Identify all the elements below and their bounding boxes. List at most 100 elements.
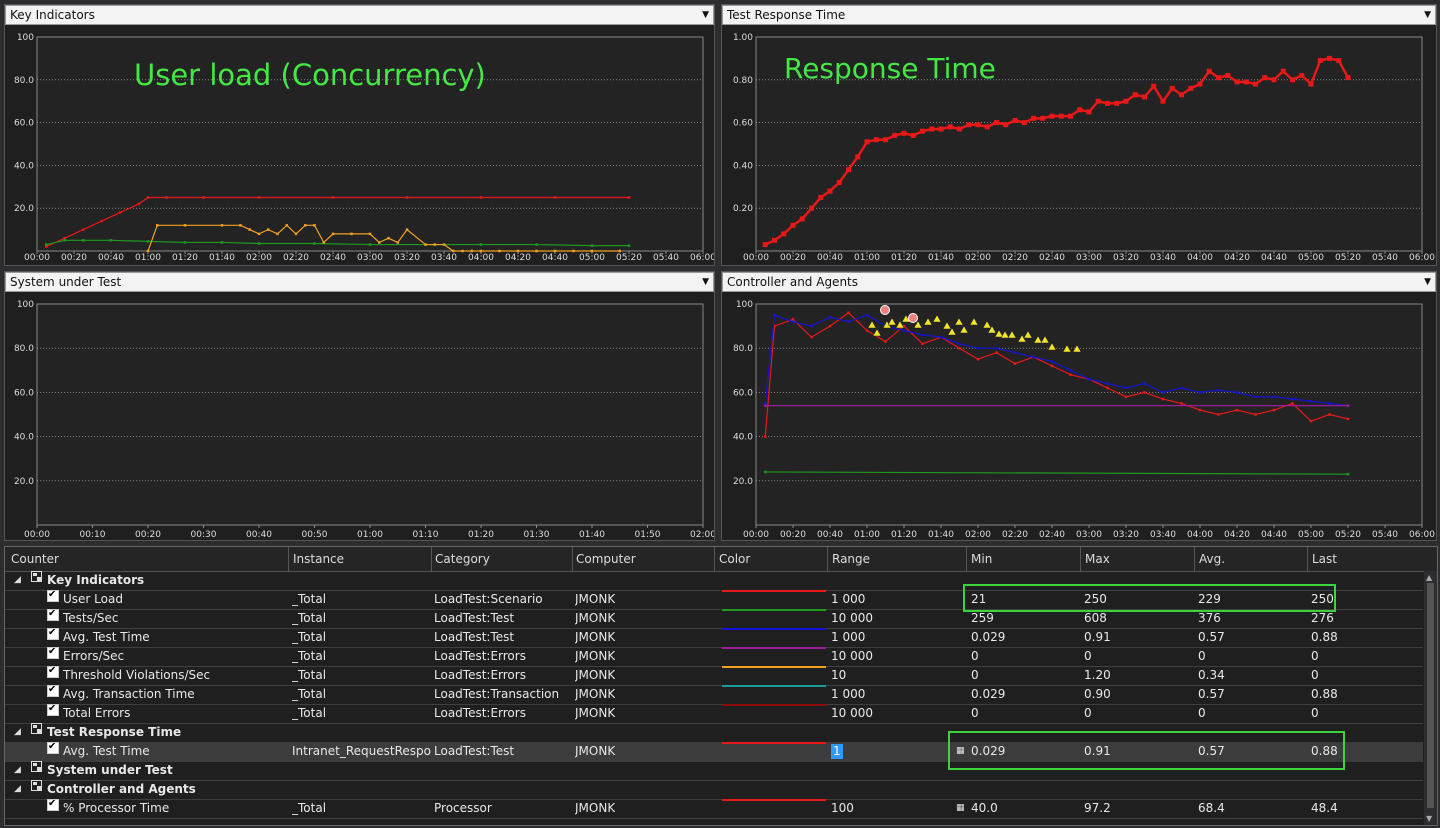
data-point [1095, 98, 1101, 104]
collapse-triangle-icon[interactable]: ◢ [14, 723, 21, 741]
data-point [855, 154, 861, 160]
checkbox-checked-icon[interactable] [47, 799, 59, 811]
scrollbar-thumb[interactable] [1427, 583, 1434, 808]
data-point [257, 196, 261, 199]
x-tick-label: 03:20 [1113, 253, 1139, 263]
data-point [331, 196, 335, 199]
table-row[interactable]: Tests/Sec_TotalLoadTest:TestJMONK10 0002… [5, 609, 1423, 629]
data-point [368, 232, 372, 236]
table-row[interactable]: Avg. Transaction Time _Total LoadTest:Tran… [5, 685, 1423, 705]
data-point [921, 342, 924, 346]
col-color[interactable]: Color [719, 552, 750, 566]
color-swatch[interactable] [722, 685, 826, 687]
data-point [958, 346, 961, 350]
table-row[interactable]: Total Errors _Total LoadTest:Errors JMONK 10… [5, 704, 1423, 724]
color-swatch[interactable] [722, 799, 826, 801]
checkbox-checked-icon[interactable] [47, 609, 59, 621]
y-tick-label: 20.0 [14, 204, 34, 214]
data-point [764, 470, 767, 474]
grid-scrollbar[interactable]: ▲ ▼ [1424, 571, 1437, 825]
checkbox-checked-icon[interactable] [47, 685, 59, 697]
x-tick-label: 01:20 [891, 253, 917, 263]
col-instance[interactable]: Instance [293, 552, 344, 566]
response-time-panel: Test Response Time ▼ 1.00 0.80 0.60 0.40 0.2… [721, 4, 1437, 266]
col-category[interactable]: Category [435, 552, 490, 566]
controller-agents-selector[interactable]: Controller and Agents ▼ [722, 272, 1436, 292]
x-tick-label: 05:20 [1335, 530, 1361, 540]
cell-avg: 68.4 [1198, 801, 1225, 815]
cell-min: 0 [971, 649, 979, 663]
checkbox-checked-icon[interactable] [47, 704, 59, 716]
data-point [63, 236, 66, 240]
color-swatch[interactable] [722, 590, 826, 592]
cell-instance: _Total [292, 801, 327, 815]
cell-category: LoadTest:Scenario [434, 592, 543, 606]
scroll-up-icon[interactable]: ▲ [1426, 573, 1432, 582]
data-point [764, 404, 767, 407]
collapse-triangle-icon[interactable]: ◢ [14, 571, 21, 589]
group-row-controller-agents[interactable]: ◢ Controller and Agents [5, 780, 1423, 800]
data-point [902, 329, 906, 332]
data-point [828, 316, 832, 319]
data-point [995, 351, 998, 354]
y-tick-label: 40.0 [733, 433, 753, 443]
x-tick-label: 01:20 [468, 530, 494, 540]
col-range[interactable]: Range [832, 552, 870, 566]
data-point [1308, 81, 1314, 87]
checkbox-checked-icon[interactable] [47, 647, 59, 659]
table-row[interactable]: Avg. Test Time _Total LoadTest:Test JMONK 1 … [5, 628, 1423, 648]
checkbox-checked-icon[interactable] [47, 742, 59, 754]
error-circle-icon [880, 305, 890, 315]
data-point [63, 239, 66, 242]
checkbox-checked-icon[interactable] [47, 590, 59, 602]
data-point [884, 340, 887, 343]
data-point [1003, 122, 1009, 128]
system-under-test-selector[interactable]: System under Test ▼ [5, 272, 714, 292]
response-time-selector[interactable]: Test Response Time ▼ [722, 5, 1436, 25]
x-tick-label: 01:00 [854, 530, 880, 540]
color-swatch[interactable] [722, 628, 826, 630]
table-row[interactable]: Errors/Sec _Total LoadTest:Errors JMONK 10 0… [5, 647, 1423, 667]
checkbox-checked-icon[interactable] [47, 628, 59, 640]
col-computer[interactable]: Computer [576, 552, 636, 566]
cell-counter: Threshold Violations/Sec [63, 668, 211, 682]
x-tick-label: 02:00 [965, 253, 991, 263]
color-swatch[interactable] [722, 647, 826, 649]
data-point [1198, 391, 1202, 394]
data-point [994, 120, 999, 126]
data-point [1069, 369, 1072, 372]
col-last[interactable]: Last [1312, 552, 1337, 566]
col-min[interactable]: Min [971, 552, 992, 566]
color-swatch[interactable] [722, 742, 826, 744]
chevron-down-icon[interactable]: ▼ [702, 6, 709, 24]
col-counter[interactable]: Counter [11, 552, 59, 566]
col-avg[interactable]: Avg. [1199, 552, 1225, 566]
x-tick-label: 04:40 [1261, 530, 1287, 540]
chevron-down-icon[interactable]: ▼ [1424, 6, 1431, 24]
data-point [1262, 75, 1268, 81]
color-swatch[interactable] [722, 609, 826, 611]
collapse-triangle-icon[interactable]: ◢ [14, 761, 21, 779]
color-swatch[interactable] [722, 666, 826, 668]
table-row[interactable]: % Processor Time _Total Processor JMONK … [5, 799, 1423, 819]
cell-avg: 0.57 [1198, 687, 1225, 701]
collapse-triangle-icon[interactable]: ◢ [14, 780, 21, 798]
cell-last: 0 [1311, 649, 1319, 663]
cell-range-editing[interactable]: 1 [831, 744, 843, 759]
col-max[interactable]: Max [1085, 552, 1110, 566]
color-swatch[interactable] [722, 704, 826, 706]
data-point [809, 205, 814, 211]
key-indicators-selector[interactable]: Key Indicators ▼ [5, 5, 714, 25]
chevron-down-icon[interactable]: ▼ [1424, 273, 1431, 291]
table-row[interactable]: Threshold Violations/Sec _Total LoadTest:E… [5, 666, 1423, 686]
cell-counter: Tests/Sec [63, 611, 119, 625]
data-point [45, 245, 48, 248]
x-tick-label: 05:40 [653, 253, 679, 263]
checkbox-checked-icon[interactable] [47, 666, 59, 678]
x-tick-label: 02:40 [320, 253, 346, 263]
controller-agents-chart: 100 80.0 60.0 40.0 20.0 00:00 00:20 00:40 01:00 0… [722, 292, 1436, 540]
data-point [1058, 113, 1064, 119]
scroll-down-icon[interactable]: ▼ [1426, 814, 1432, 823]
x-tick-label: 02:00 [690, 530, 714, 540]
chevron-down-icon[interactable]: ▼ [702, 273, 709, 291]
